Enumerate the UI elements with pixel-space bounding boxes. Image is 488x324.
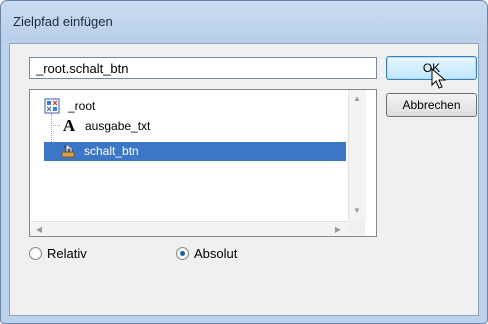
tree-item-label: _root: [68, 99, 96, 113]
tree-connector: [51, 125, 60, 126]
tree-item-label: ausgabe_txt: [85, 119, 151, 133]
tree-item-root[interactable]: _root: [44, 97, 334, 116]
dialog-title: Zielpfad einfügen: [13, 14, 113, 29]
tree-item-label: schalt_btn: [84, 144, 139, 158]
scroll-left-icon[interactable]: ◀: [33, 225, 45, 235]
tree-connector: [51, 114, 52, 144]
tree-item-schalt-btn[interactable]: schalt_btn: [44, 142, 346, 161]
mouse-cursor-icon: [431, 68, 447, 89]
horizontal-scrollbar[interactable]: ◀ ▶: [30, 221, 348, 236]
scroll-down-icon[interactable]: ▼: [351, 206, 363, 216]
radio-absolute-indicator[interactable]: [176, 247, 189, 260]
vertical-scrollbar[interactable]: ▲ ▼: [348, 90, 366, 221]
target-tree[interactable]: _root A ausgabe_txt schalt_btn ▲ ▼ ◀ ▶: [29, 89, 377, 237]
dialog-body: OK Abbrechen _root A: [9, 43, 479, 316]
movieclip-icon: [44, 98, 60, 114]
tree-item-ausgabe-txt[interactable]: A ausgabe_txt: [61, 117, 331, 136]
radio-absolute[interactable]: Absolut: [176, 245, 276, 263]
scroll-up-icon[interactable]: ▲: [351, 94, 363, 104]
scroll-right-icon[interactable]: ▶: [332, 225, 344, 235]
button-symbol-icon: [61, 144, 75, 158]
title-bar[interactable]: Zielpfad einfügen: [1, 1, 487, 43]
radio-relative[interactable]: Relativ: [29, 245, 119, 263]
dialog-window: Zielpfad einfügen OK Abbrechen _root: [0, 0, 488, 324]
target-path-input[interactable]: [29, 57, 377, 79]
text-field-icon: A: [62, 116, 76, 135]
cancel-button[interactable]: Abbrechen: [386, 93, 477, 117]
radio-relative-indicator[interactable]: [29, 247, 42, 260]
radio-absolute-label: Absolut: [194, 246, 238, 261]
scrollbar-corner: [348, 221, 365, 236]
radio-relative-label: Relativ: [47, 246, 87, 261]
